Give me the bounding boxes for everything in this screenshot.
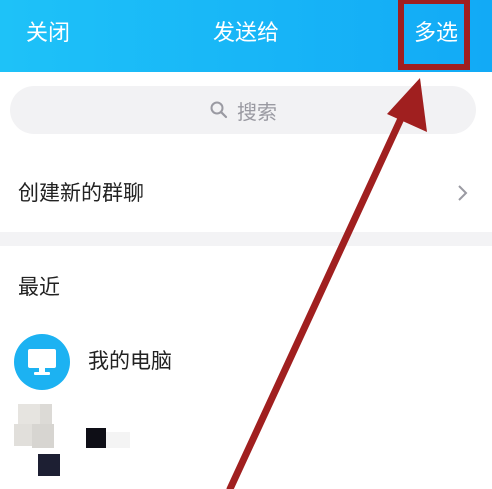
arrow-pointer-icon: [226, 78, 427, 489]
